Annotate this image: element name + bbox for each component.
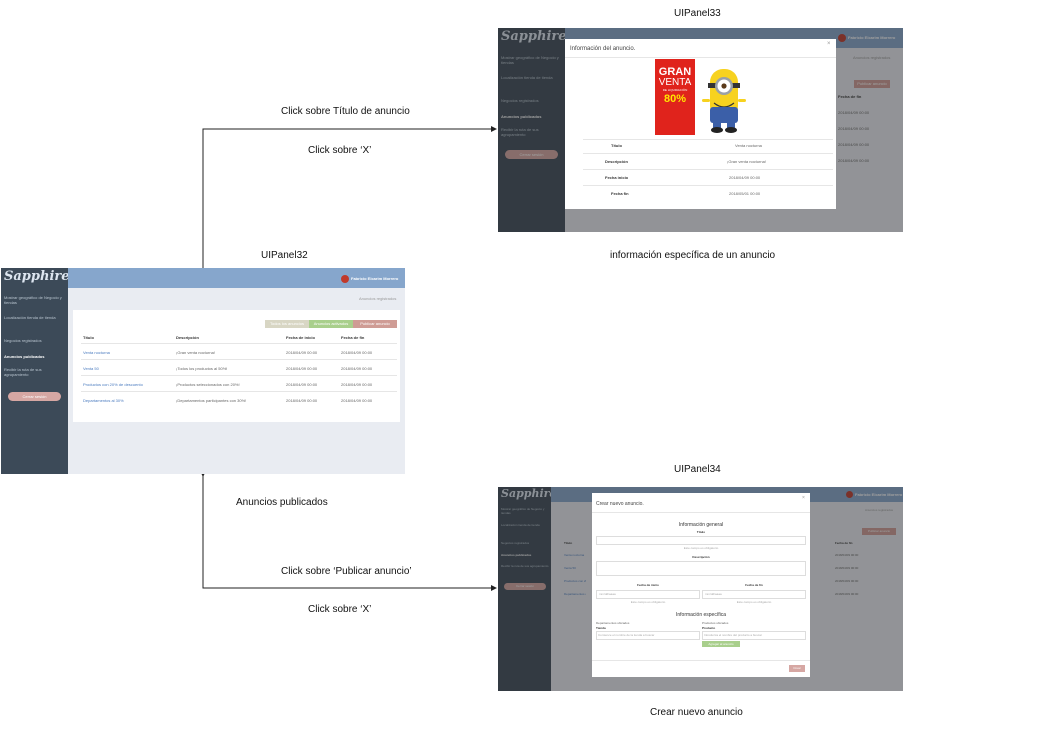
info-modal: Información del anuncio. × GRAN VENTA DE…	[565, 39, 836, 209]
descripcion-label: Descripción	[692, 555, 710, 559]
all-ads-button[interactable]: Todos los anuncios	[265, 320, 309, 328]
create-modal-title: Crear nuevo anuncio.	[596, 501, 644, 507]
info-value-fin: 2018/05/01 00:00	[729, 191, 761, 196]
ad-title-link[interactable]: Departamentos al 30%	[83, 398, 124, 403]
nav-label: Negocios registrados	[4, 338, 42, 343]
info-label-inicio: Fecha inicio	[605, 175, 629, 180]
ad-description: ¡Productos seleccionados con 20%!	[176, 382, 240, 387]
ad-start: 2018/04/09 00:00	[286, 350, 318, 355]
nav-label: Recibir la ruta de sus agrupamiento	[4, 367, 42, 377]
user-name[interactable]: Fabricio Elcarim Morrero	[351, 276, 398, 281]
sidebar-item-negocios[interactable]: Negocios registrados	[4, 338, 42, 343]
col-header-titulo: Título	[83, 335, 94, 340]
ads-card: Todos los anuncios Anuncios activados Pu…	[73, 310, 400, 422]
poster-line2: VENTA	[658, 77, 692, 88]
sidebar-item-localizacion[interactable]: Localización tienda de tienda	[4, 315, 66, 320]
titulo-label: Título	[696, 530, 706, 534]
logout-button[interactable]: Cerrar sesión	[8, 392, 61, 401]
info-modal-title: Información del anuncio.	[570, 46, 636, 52]
info-divider	[583, 153, 833, 154]
sidebar-item-ruta[interactable]: Recibir la ruta de sus agrupamiento	[4, 367, 66, 377]
panel34-mockup: Sapphire Fabricio Elcarim Morrero Mostra…	[498, 487, 903, 691]
tienda-search-placeholder: Comience el nombre de la tienda a buscar	[598, 633, 655, 637]
ad-end: 2018/04/09 00:00	[341, 366, 373, 371]
sidebar-item-anuncios[interactable]: Anuncios publicados	[4, 354, 44, 359]
row-divider	[81, 359, 397, 360]
ad-title-link[interactable]: Productos con 20% de descuento	[83, 382, 143, 387]
create-modal: Crear nuevo anuncio. × Información gener…	[592, 493, 810, 677]
ad-description: ¡Gran venta nocturna!	[176, 350, 215, 355]
general-section-title: Información general	[678, 522, 724, 528]
info-label-fin: Fecha fin	[611, 191, 629, 196]
nav-label: Anuncios publicados	[4, 354, 45, 359]
ad-poster: GRAN VENTA DE LIQUIDACIÓN 80%	[655, 59, 695, 135]
descripcion-textarea[interactable]	[596, 561, 806, 576]
panel32-mockup: Sapphire Fabricio Elcarim Morrero Mostra…	[1, 268, 405, 474]
nav-label: Mostrar geográfico de Negocio y tiendas	[4, 295, 62, 305]
especifica-section-title: Información específica	[675, 612, 727, 618]
breadcrumb: Anuncios registrados	[359, 296, 397, 301]
create-submit-button[interactable]: Crear	[789, 665, 805, 672]
producto-label: Producto	[702, 626, 716, 630]
productos-label: Productos ubicados	[702, 621, 729, 625]
panel33-mockup: Sapphire Fabricio Elcarim Morrero Mostra…	[498, 28, 903, 232]
ad-title-link[interactable]: Venta nocturna	[83, 350, 110, 355]
row-divider	[81, 391, 397, 392]
row-divider	[81, 343, 397, 344]
ad-start: 2018/04/09 00:00	[286, 382, 318, 387]
minion-image	[702, 69, 746, 133]
modal-divider	[592, 512, 810, 513]
tienda-label: Tienda	[596, 626, 606, 630]
active-ads-button[interactable]: Anuncios activados	[309, 320, 353, 328]
ad-end: 2018/04/09 00:00	[341, 382, 373, 387]
info-divider	[583, 185, 833, 186]
info-label-titulo: Título	[611, 143, 622, 148]
info-value-descripcion: ¡Gran venta nocturna!	[727, 159, 766, 164]
producto-search-placeholder: Introduzca el nombre del producto a busc…	[704, 633, 762, 637]
fecha-inicio-label: Fecha de inicio	[637, 583, 659, 587]
titulo-input[interactable]	[596, 536, 806, 545]
arrow-32-to-34	[200, 471, 497, 591]
modal-divider	[565, 57, 836, 58]
close-icon[interactable]: ×	[827, 41, 831, 47]
ad-start: 2018/04/09 00:00	[286, 366, 318, 371]
fecha-inicio-placeholder: mm/dd/aaaa	[599, 592, 616, 596]
info-divider	[583, 139, 833, 140]
sidebar-item-mapa[interactable]: Mostrar geográfico de Negocio y tiendas	[4, 295, 66, 305]
add-to-ad-button[interactable]: Agregar al anuncio	[702, 641, 740, 647]
info-label-descripcion: Descripción	[605, 159, 628, 164]
col-header-inicio: Fecha de inicio	[286, 335, 315, 340]
close-icon[interactable]: ×	[802, 495, 805, 501]
arrow-32-to-33	[200, 126, 497, 273]
row-divider	[81, 375, 397, 376]
modal-divider	[592, 660, 810, 661]
avatar[interactable]	[341, 275, 349, 283]
fecha-fin-placeholder: mm/dd/aaaa	[705, 592, 722, 596]
poster-percent: 80%	[663, 93, 687, 105]
publish-ad-button[interactable]: Publicar anuncio	[353, 320, 397, 328]
fecha-fin-hint: Este campo es obligatorio	[736, 600, 772, 604]
ad-title-link[interactable]: Venta 50	[83, 366, 99, 371]
ad-description: ¡Todos los productos al 50%!	[176, 366, 228, 371]
fecha-fin-label: Fecha de fin	[745, 583, 763, 587]
titulo-hint: Este campo es obligatorio	[683, 546, 719, 550]
fecha-inicio-hint: Este campo es obligatorio	[630, 600, 666, 604]
departamentos-label: Departamentos ubicados	[596, 621, 630, 625]
col-header-fin: Fecha de fin	[341, 335, 365, 340]
info-value-inicio: 2018/04/09 00:00	[729, 175, 761, 180]
app-logo: Sapphire	[4, 269, 70, 284]
ad-start: 2018/04/09 00:00	[286, 398, 318, 403]
ad-end: 2018/04/09 00:00	[341, 350, 373, 355]
ad-end: 2018/04/09 00:00	[341, 398, 373, 403]
ad-description: ¡Departamentos participantes con 30%!	[176, 398, 247, 403]
col-header-descripcion: Descripción	[176, 335, 199, 340]
info-value-titulo: Venta nocturna	[735, 143, 762, 148]
nav-label: Localización tienda de tienda	[4, 315, 56, 320]
info-divider	[583, 169, 833, 170]
